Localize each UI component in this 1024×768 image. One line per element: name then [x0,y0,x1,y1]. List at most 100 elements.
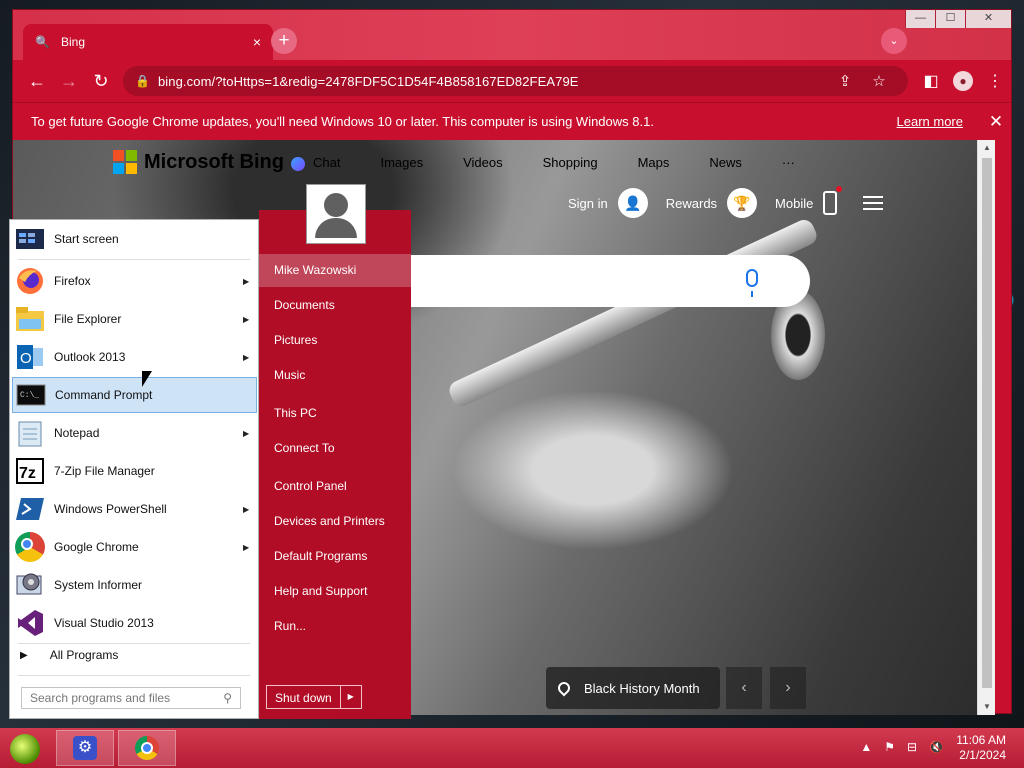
nav-maps[interactable]: Maps [638,155,670,171]
address-bar[interactable]: 🔒 bing.com/?toHttps=1&redig=2478FDF5C1D5… [123,66,908,96]
toolbar-right: ◧ ● ⋮ [915,60,1011,102]
shutdown-button[interactable]: Shut down [267,686,341,708]
this-pc-link[interactable]: This PC [259,397,411,430]
bookmark-star-icon[interactable]: ☆ [862,72,896,90]
default-programs-link[interactable]: Default Programs [259,540,411,573]
clock-time: 11:06 AM [956,733,1006,747]
tab-close-icon[interactable]: × [253,34,261,50]
chrome-menu-icon[interactable]: ⋮ [979,71,1011,91]
show-hidden-icons-icon[interactable]: ▲ [860,740,872,754]
taskbar-clock[interactable]: 11:06 AM 2/1/2024 [956,733,1006,763]
next-image-button[interactable]: › [770,667,806,709]
back-button[interactable]: ← [21,71,53,92]
taskbar-chrome-button[interactable] [118,730,176,766]
microphone-icon[interactable] [746,269,758,297]
user-head-icon [324,193,348,217]
clock-date: 2/1/2024 [959,748,1006,762]
rewards-link[interactable]: Rewards [666,196,717,211]
nav-news[interactable]: News [709,155,742,171]
program-label: Command Prompt [55,388,153,402]
background-image-trumpet [446,216,820,410]
scroll-down-arrow[interactable]: ▼ [978,699,995,715]
nav-images[interactable]: Images [380,155,423,171]
search-programs-input[interactable]: Search programs and files ⚲ [21,687,241,709]
documents-link[interactable]: Documents [259,289,411,322]
new-tab-button[interactable]: + [271,28,297,54]
help-and-support-link[interactable]: Help and Support [259,575,411,608]
update-infobar: To get future Google Chrome updates, you… [13,102,1011,140]
program-google-chrome[interactable]: Google Chrome ▶ [12,529,257,565]
sign-in-link[interactable]: Sign in [568,196,608,211]
connect-to-link[interactable]: Connect To [259,432,411,465]
program-firefox[interactable]: Firefox ▶ [12,263,257,299]
svg-text:C:\_: C:\_ [20,391,39,400]
program-label: Notepad [54,426,100,440]
program-outlook[interactable]: O Outlook 2013 ▶ [12,339,257,375]
submenu-arrow-icon: ▶ [243,504,250,514]
start-menu-right-pane: Mike Wazowski Documents Pictures Music T… [259,210,411,719]
shutdown-options-arrow[interactable]: ▶ [341,686,361,708]
learn-more-link[interactable]: Learn more [897,114,963,129]
mobile-link[interactable]: Mobile [775,196,813,211]
nav-shopping[interactable]: Shopping [543,155,598,171]
bing-logo[interactable]: Microsoft Bing [113,150,284,174]
user-name-link[interactable]: Mike Wazowski [259,254,411,287]
program-notepad[interactable]: Notepad ▶ [12,415,257,451]
tab-search-button[interactable]: ⌄ [881,28,907,54]
page-scrollbar[interactable]: ▲ ▼ [977,140,995,715]
program-visual-studio[interactable]: Visual Studio 2013 [12,605,257,641]
control-panel-link[interactable]: Control Panel [259,470,411,503]
close-window-button[interactable]: ✕ [965,10,1011,28]
profile-avatar[interactable]: ● [953,71,973,91]
nav-videos[interactable]: Videos [463,155,503,171]
bing-icon: 🔍 [35,35,50,49]
infobar-close-icon[interactable]: ✕ [981,112,1011,132]
powershell-icon [14,493,46,525]
minimize-button[interactable]: — [905,10,935,28]
nav-more[interactable]: ··· [782,155,795,171]
devices-and-printers-link[interactable]: Devices and Printers [259,505,411,538]
url-text[interactable]: bing.com/?toHttps=1&redig=2478FDF5C1D54F… [158,74,828,89]
nav-chat[interactable]: Chat [291,155,340,171]
side-panel-icon[interactable]: ◧ [915,71,947,91]
user-icon[interactable]: 👤 [617,188,648,218]
start-orb-button[interactable] [10,734,40,764]
previous-image-button[interactable]: ‹ [726,667,762,709]
shutdown-control: Shut down ▶ [266,685,362,709]
volume-muted-icon[interactable]: 🔇 [929,740,944,754]
hamburger-menu-icon[interactable] [863,196,884,210]
program-command-prompt[interactable]: C:\_ Command Prompt [12,377,257,413]
run-link[interactable]: Run... [259,610,411,643]
all-programs-button[interactable]: ▶ All Programs [20,648,118,662]
program-system-informer[interactable]: System Informer [12,567,257,603]
start-screen-icon [14,223,46,255]
microsoft-logo-icon [113,150,137,174]
bing-search-box[interactable] [408,255,810,307]
action-center-flag-icon[interactable]: ⚑ [884,740,895,754]
menu-divider [18,643,250,644]
trophy-icon[interactable]: 🏆 [727,188,758,218]
share-icon[interactable]: ⇪ [828,72,862,90]
pictures-link[interactable]: Pictures [259,324,411,357]
bing-logo-text: Microsoft Bing [144,150,284,173]
forward-button[interactable]: → [53,71,85,92]
scrollbar-thumb[interactable] [982,158,992,688]
taskbar-settings-button[interactable]: ⚙ [56,730,114,766]
mobile-phone-icon[interactable] [823,186,843,215]
network-icon[interactable]: ⊟ [907,740,917,754]
lock-icon[interactable]: 🔒 [135,74,150,88]
image-caption[interactable]: Black History Month [546,667,720,709]
tab-bing[interactable]: 🔍 Bing × [23,24,273,60]
maximize-button[interactable]: ☐ [935,10,965,28]
reload-button[interactable]: ↻ [85,71,117,92]
program-file-explorer[interactable]: File Explorer ▶ [12,301,257,337]
program-7zip[interactable]: 7z 7-Zip File Manager [12,453,257,489]
program-start-screen[interactable]: Start screen [12,221,257,257]
search-icon: ⚲ [223,691,232,705]
music-link[interactable]: Music [259,359,411,392]
submenu-arrow-icon: ▶ [243,352,250,362]
user-avatar[interactable] [307,185,365,243]
program-label: Outlook 2013 [54,350,126,364]
program-powershell[interactable]: Windows PowerShell ▶ [12,491,257,527]
scroll-up-arrow[interactable]: ▲ [978,140,995,156]
